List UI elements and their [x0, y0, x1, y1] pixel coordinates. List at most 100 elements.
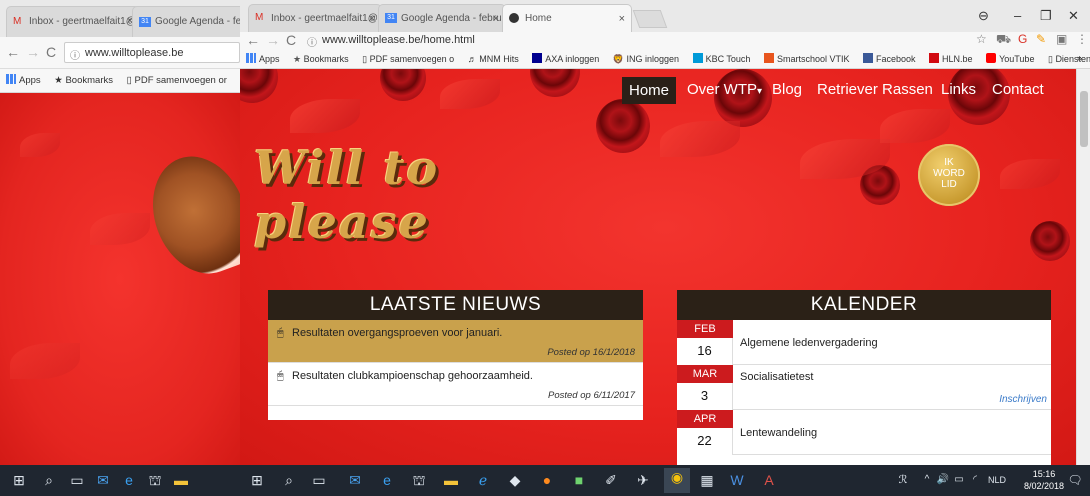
calendar-item[interactable]: FEB 16 Algemene ledenvergadering — [677, 320, 1051, 365]
calculator-icon[interactable]: ▦ — [698, 471, 716, 489]
ing-icon: 🦁 — [612, 54, 624, 64]
bookmark-kbc[interactable]: KBC Touch — [692, 53, 750, 64]
chrome-icon[interactable]: ◉ — [664, 468, 690, 493]
store-icon[interactable]: ⛫ — [146, 471, 164, 489]
explorer-icon[interactable]: ▬ — [172, 471, 190, 489]
scrollbar-thumb[interactable] — [1080, 91, 1088, 147]
bookmark-pdf[interactable]: ▯ PDF samenvoegen o — [362, 54, 454, 65]
close-window-icon[interactable]: ✕ — [1068, 8, 1079, 24]
close-tab-icon[interactable]: × — [369, 13, 375, 25]
bookmark-apps[interactable]: Apps — [246, 53, 280, 64]
bookmark-dienstencheques[interactable]: ▯ Dienstencheques — [1048, 54, 1090, 65]
join-badge-button[interactable]: IK WORD LID — [918, 144, 980, 206]
wifi-icon[interactable]: ◜ — [966, 471, 984, 489]
bookmark-hln[interactable]: HLN.be — [929, 53, 973, 64]
fg-tab-home[interactable]: Home × — [502, 4, 632, 32]
news-item[interactable]: 🖱 Resultaten overgangsproeven voor janua… — [268, 320, 643, 363]
bookmark-bookmarks[interactable]: ★ Bookmarks — [54, 75, 113, 86]
app-icon[interactable]: ■ — [570, 471, 588, 489]
calendar-item[interactable]: APR 22 Lentewandeling — [677, 410, 1051, 455]
minimize-icon[interactable]: – — [1014, 8, 1021, 23]
extension-icon[interactable]: ⛟ — [996, 32, 1011, 48]
new-tab-button[interactable] — [632, 10, 668, 28]
close-tab-icon[interactable]: × — [493, 13, 499, 25]
app-icon[interactable]: ✐ — [602, 471, 620, 489]
reload-icon[interactable]: C — [46, 44, 56, 60]
mail-icon[interactable]: ✉ — [346, 471, 364, 489]
edge-icon[interactable]: e — [378, 471, 396, 489]
info-icon: ⓘ — [70, 51, 80, 62]
account-icon[interactable]: ⊖ — [978, 8, 989, 24]
extension-icon[interactable]: G — [1018, 32, 1027, 46]
back-icon[interactable]: ← — [6, 44, 20, 60]
start-icon[interactable]: ⊞ — [248, 471, 266, 489]
word-icon[interactable]: W — [728, 471, 746, 489]
task-view-icon[interactable]: ▭ — [310, 471, 328, 489]
mnm-icon: ♬ — [467, 54, 477, 64]
mail-icon[interactable]: ✉ — [94, 471, 112, 489]
nav-retriever-rassen[interactable]: Retriever Rassen — [811, 77, 939, 102]
search-icon[interactable]: ⌕ — [40, 471, 58, 489]
fg-tab-inbox[interactable]: M Inbox - geertmaelfait1@ × — [248, 4, 382, 32]
bookmark-smartschool[interactable]: Smartschool VTIK — [763, 53, 849, 64]
menu-icon[interactable]: ⋮ — [1076, 32, 1088, 46]
store-icon[interactable]: ⛫ — [410, 471, 428, 489]
bookmark-youtube[interactable]: YouTube — [986, 53, 1034, 64]
fg-tab-agenda[interactable]: 31 Google Agenda - febru × — [378, 4, 506, 32]
extension-icon[interactable]: ✎ — [1036, 32, 1046, 46]
bookmark-facebook[interactable]: Facebook — [863, 53, 916, 64]
calendar-item[interactable]: MAR 3 Socialisatietest Inschrijven — [677, 365, 1051, 410]
bookmark-mnm[interactable]: ♬ MNM Hits — [468, 54, 519, 64]
forward-icon[interactable]: → — [266, 32, 280, 48]
bg-bookmarks-bar: Apps ★ Bookmarks ▯ PDF samenvoegen or ♬ … — [0, 69, 240, 93]
maximize-icon[interactable]: ❐ — [1040, 8, 1052, 24]
nav-contact[interactable]: Contact — [986, 77, 1050, 102]
start-icon[interactable]: ⊞ — [10, 471, 28, 489]
star-icon: ★ — [54, 75, 63, 86]
bookmark-bookmarks[interactable]: ★ Bookmarks — [293, 54, 349, 65]
search-icon[interactable]: ⌕ — [280, 471, 298, 489]
forward-icon[interactable]: → — [26, 44, 40, 60]
notification-icon[interactable]: 🗨 — [1066, 471, 1084, 489]
reload-icon[interactable]: C — [286, 32, 296, 48]
bg-toolbar: ← → C ⓘ www.willtoplease.be — [0, 37, 240, 69]
mouse-bullet-icon: 🖱 — [277, 370, 284, 382]
people-icon[interactable]: ℛ — [894, 471, 912, 489]
nav-over-wtp[interactable]: Over WTP▾ — [681, 77, 768, 102]
windows-taskbar: ⊞ ⌕ ▭ ✉ e ⛫ ▬ ⊞ ⌕ ▭ ✉ e ⛫ ▬ ℯ ◆ ● ■ ✐ ✈ … — [0, 465, 1090, 496]
bookmark-axa[interactable]: AXA inloggen — [532, 53, 599, 64]
foreground-browser-window[interactable]: M Inbox - geertmaelfait1@ × 31 Google Ag… — [240, 0, 1090, 465]
back-icon[interactable]: ← — [246, 32, 260, 48]
nav-blog[interactable]: Blog — [766, 77, 808, 102]
bookmark-star-icon[interactable]: ☆ — [976, 32, 987, 46]
access-icon[interactable]: A — [760, 471, 778, 489]
app-icon[interactable]: ◆ — [506, 471, 524, 489]
language-indicator[interactable]: NLD — [984, 471, 1010, 489]
more-bookmarks-icon[interactable]: » — [1077, 53, 1082, 63]
edge-icon[interactable]: e — [120, 471, 138, 489]
bg-tab-agenda[interactable]: 31 Google Agenda - febru — [132, 6, 240, 37]
close-tab-icon[interactable]: × — [619, 13, 625, 25]
page-scrollbar[interactable] — [1076, 69, 1090, 465]
logo-line-2[interactable]: please — [254, 195, 430, 249]
explorer-icon[interactable]: ▬ — [442, 471, 460, 489]
bookmark-pdf[interactable]: ▯ PDF samenvoegen or — [127, 75, 227, 86]
clock[interactable]: 15:16 8/02/2018 — [1024, 468, 1064, 492]
logo-line-1[interactable]: Will to — [254, 141, 439, 195]
fg-address-bar[interactable]: ⓘ www.willtoplease.be/home.html — [302, 32, 962, 49]
gmail-icon: M — [255, 12, 264, 23]
bookmark-apps[interactable]: Apps — [6, 74, 41, 86]
app-icon[interactable]: ✈ — [634, 471, 652, 489]
ie-icon[interactable]: ℯ — [474, 471, 492, 489]
extension-icon[interactable]: ▣ — [1056, 32, 1067, 46]
bg-address-bar[interactable]: ⓘ www.willtoplease.be — [64, 42, 240, 63]
bg-page-content — [0, 93, 240, 465]
bg-tab-inbox[interactable]: M Inbox - geertmaelfait1@ × — [6, 6, 140, 37]
bookmark-ing[interactable]: 🦁 ING inloggen — [613, 54, 679, 65]
nav-home[interactable]: Home — [622, 77, 677, 104]
task-view-icon[interactable]: ▭ — [68, 471, 86, 489]
inschrijven-link[interactable]: Inschrijven — [999, 394, 1047, 405]
news-item[interactable]: 🖱 Resultaten clubkampioenschap gehoorzaa… — [268, 363, 643, 406]
firefox-icon[interactable]: ● — [538, 471, 556, 489]
nav-links[interactable]: Links — [935, 77, 982, 102]
